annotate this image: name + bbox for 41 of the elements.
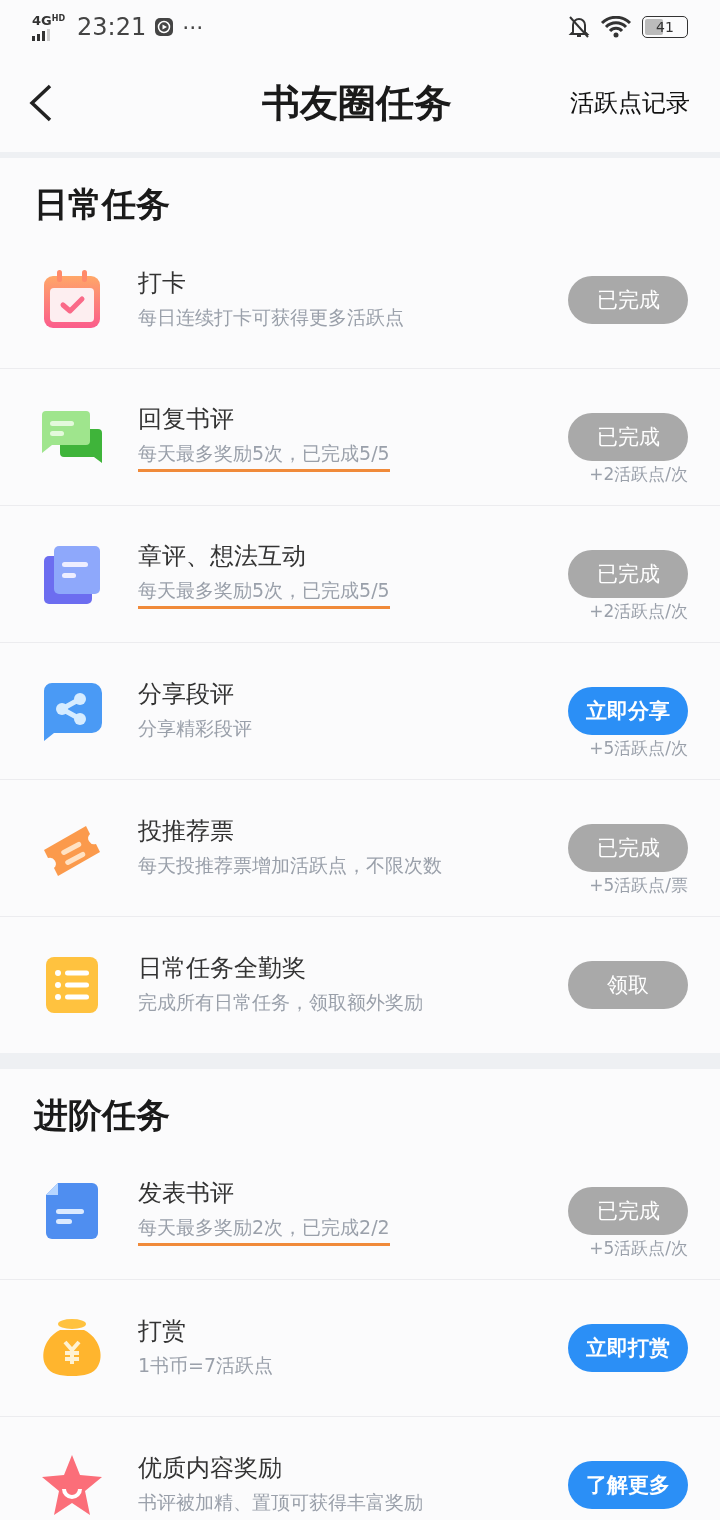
page-title: 书友圈任务 [262,79,452,127]
reward-label: +5活跃点/票 [589,874,688,897]
task-title: 章评、想法互动 [138,540,307,572]
task-title: 打赏 [138,1316,187,1347]
task-description: 完成所有日常任务，领取额外奖励 [138,990,423,1015]
more-indicator: ··· [182,14,204,40]
hd-label: HD [51,13,66,23]
task-title: 回复书评 [138,403,235,435]
section-title: 日常任务 [33,183,171,226]
back-icon[interactable] [28,84,54,122]
clock: 23:21 [77,13,147,41]
task-description: 每天投推荐票增加活跃点，不限次数 [138,853,442,878]
reward-label: +2活跃点/次 [589,463,688,486]
activity-record-link[interactable]: 活跃点记录 [570,87,690,119]
task-title: 打卡 [138,268,187,299]
play-icon [154,17,175,37]
section-title: 进阶任务 [32,1094,171,1137]
reward-label: +5活跃点/次 [589,737,688,760]
task-description: 每天最多奖励5次，已完成5/5 [138,440,390,472]
signal-icon [32,28,52,41]
bell-muted-icon [568,15,590,39]
task-title: 投推荐票 [138,816,235,847]
battery-icon: 41 [642,16,688,38]
task-title: 日常任务全勤奖 [138,953,307,984]
task-title: 分享段评 [138,679,235,710]
task-title: 优质内容奖励 [138,1453,283,1484]
task-title: 发表书评 [138,1177,235,1209]
task-description: 书评被加精、置顶可获得丰富奖励 [138,1490,423,1515]
star-icon [40,1453,104,1517]
reward-label: +2活跃点/次 [589,600,688,623]
task-description: 1书币=7活跃点 [138,1353,274,1378]
task-description: 每天最多奖励5次，已完成5/5 [138,577,390,609]
task-description: 每日连续打卡可获得更多活跃点 [138,305,404,330]
task-description: 每天最多奖励2次，已完成2/2 [138,1214,390,1246]
reward-label: +5活跃点/次 [589,1237,688,1260]
task-description: 分享精彩段评 [138,716,252,741]
action-button[interactable]: 立即打赏 [568,1324,688,1372]
action-button[interactable]: 立即分享 [568,687,688,735]
network-label: 4G [32,13,52,27]
wifi-icon [600,16,632,38]
action-button[interactable]: 了解更多 [568,1461,688,1509]
